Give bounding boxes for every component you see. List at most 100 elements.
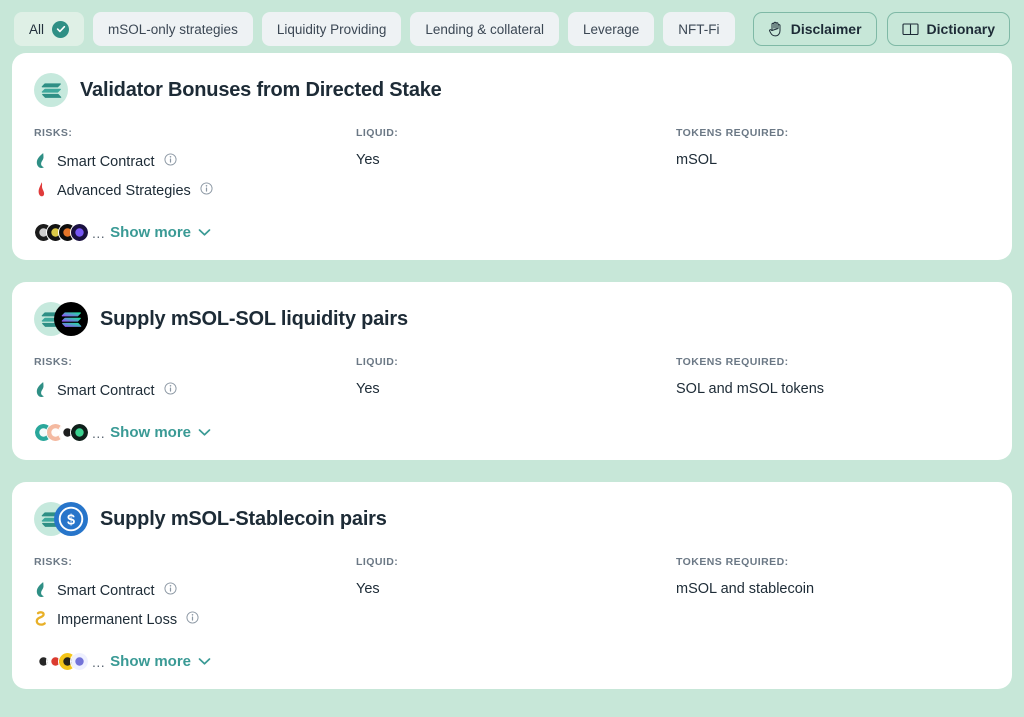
filter-tab-label: All bbox=[29, 21, 45, 37]
show-more-label: Show more bbox=[110, 224, 192, 241]
risks-column: RISKS: Smart Contract Advanced Strategies bbox=[34, 127, 356, 201]
card-body: RISKS: Smart Contract LIQUID: Yes TOKENS REQ… bbox=[34, 356, 990, 401]
strategy-card-list: Validator Bonuses from Directed Stake RIS… bbox=[0, 50, 1024, 689]
tokens-required-label: TOKENS REQUIRED: bbox=[676, 127, 789, 139]
chevron-down-icon bbox=[198, 428, 211, 437]
msol-token-icon bbox=[34, 73, 68, 107]
protocol-avatar-stack bbox=[34, 423, 89, 442]
risks-label: RISKS: bbox=[34, 127, 73, 139]
risk-item: Smart Contract bbox=[34, 381, 356, 401]
risks-label: RISKS: bbox=[34, 356, 73, 368]
show-more-button[interactable]: Show more bbox=[110, 224, 211, 241]
filter-tab-nft-fi[interactable]: NFT-Fi bbox=[663, 12, 735, 46]
tokens-required-value: SOL and mSOL tokens bbox=[676, 381, 825, 397]
filter-tab-label: mSOL-only strategies bbox=[108, 21, 238, 37]
filter-tab-liquidity-providing[interactable]: Liquidity Providing bbox=[261, 12, 402, 46]
risk-label: Smart Contract bbox=[57, 154, 155, 170]
info-icon[interactable] bbox=[200, 182, 213, 200]
risk-label: Impermanent Loss bbox=[57, 612, 178, 628]
chevron-down-icon bbox=[198, 228, 211, 237]
liquid-column: LIQUID: Yes bbox=[356, 556, 676, 597]
risk-impermanent-loss-icon bbox=[34, 610, 48, 630]
protocol-avatar[interactable] bbox=[70, 223, 89, 242]
card-body: RISKS: Smart Contract Impermanent Loss LIQU… bbox=[34, 556, 990, 630]
usdc-token-icon: $ bbox=[54, 502, 88, 536]
protocol-row: ... Show more bbox=[34, 223, 990, 242]
disclaimer-button-label: Disclaimer bbox=[790, 21, 862, 37]
protocol-row: ... Show more bbox=[34, 423, 990, 442]
protocol-overflow-ellipsis: ... bbox=[92, 653, 106, 670]
filter-tab-label: Lending & collateral bbox=[425, 21, 544, 37]
tokens-required-label: TOKENS REQUIRED: bbox=[676, 556, 789, 568]
liquid-column: LIQUID: Yes bbox=[356, 356, 676, 397]
risk-advanced-strategies-icon bbox=[34, 181, 48, 201]
filter-tab-label: Liquidity Providing bbox=[276, 21, 387, 37]
liquid-label: LIQUID: bbox=[356, 356, 399, 368]
token-icon-stack: $ bbox=[34, 502, 88, 536]
risk-label: Smart Contract bbox=[57, 583, 155, 599]
liquid-value: Yes bbox=[356, 381, 380, 397]
filter-tab-lending-collateral[interactable]: Lending & collateral bbox=[410, 12, 559, 46]
risk-item: Smart Contract bbox=[34, 152, 356, 172]
protocol-avatar[interactable] bbox=[70, 652, 89, 671]
risk-smart-contract-icon bbox=[34, 381, 48, 401]
check-icon bbox=[52, 20, 70, 38]
show-more-label: Show more bbox=[110, 653, 192, 670]
risks-label: RISKS: bbox=[34, 556, 73, 568]
protocol-overflow-ellipsis: ... bbox=[92, 424, 106, 441]
hand-icon bbox=[768, 21, 783, 37]
liquid-label: LIQUID: bbox=[356, 556, 399, 568]
show-more-button[interactable]: Show more bbox=[110, 424, 211, 441]
filter-tab-label: NFT-Fi bbox=[678, 21, 720, 37]
show-more-button[interactable]: Show more bbox=[110, 653, 211, 670]
protocol-avatar[interactable] bbox=[70, 423, 89, 442]
risk-smart-contract-icon bbox=[34, 152, 48, 172]
token-icon-stack bbox=[34, 302, 88, 336]
info-icon[interactable] bbox=[163, 382, 177, 400]
tokens-required-value: mSOL bbox=[676, 152, 718, 168]
tokens-required-column: TOKENS REQUIRED: mSOL bbox=[676, 127, 990, 168]
tokens-required-value: mSOL and stablecoin bbox=[676, 581, 815, 597]
dictionary-button-label: Dictionary bbox=[926, 21, 995, 37]
filter-tab-label: Leverage bbox=[582, 21, 640, 37]
risk-item: Impermanent Loss bbox=[34, 610, 356, 630]
risk-label: Advanced Strategies bbox=[57, 183, 191, 199]
filter-tab-leverage[interactable]: Leverage bbox=[567, 12, 655, 46]
card-header: Validator Bonuses from Directed Stake bbox=[34, 73, 990, 107]
filter-tab-all[interactable]: All bbox=[14, 12, 85, 46]
card-header: Supply mSOL-SOL liquidity pairs bbox=[34, 302, 990, 336]
risk-item: Smart Contract bbox=[34, 581, 356, 601]
show-more-label: Show more bbox=[110, 424, 192, 441]
protocol-overflow-ellipsis: ... bbox=[92, 224, 106, 241]
disclaimer-button[interactable]: Disclaimer bbox=[752, 12, 877, 46]
risks-column: RISKS: Smart Contract bbox=[34, 356, 356, 401]
liquid-value: Yes bbox=[356, 152, 380, 168]
protocol-avatar-stack bbox=[34, 223, 89, 242]
liquid-label: LIQUID: bbox=[356, 127, 399, 139]
filter-tabs: All mSOL-only strategies Liquidity Providi… bbox=[14, 12, 745, 46]
sol-token-icon bbox=[54, 302, 88, 336]
tokens-required-column: TOKENS REQUIRED: SOL and mSOL tokens bbox=[676, 356, 990, 397]
book-icon bbox=[901, 22, 919, 36]
card-title: Supply mSOL-Stablecoin pairs bbox=[100, 507, 387, 530]
info-icon[interactable] bbox=[163, 582, 177, 600]
strategy-card: Validator Bonuses from Directed Stake RIS… bbox=[12, 53, 1012, 260]
card-title: Supply mSOL-SOL liquidity pairs bbox=[100, 307, 408, 330]
card-body: RISKS: Smart Contract Advanced Strategies L… bbox=[34, 127, 990, 201]
risk-smart-contract-icon bbox=[34, 581, 48, 601]
protocol-avatar-stack bbox=[34, 652, 89, 671]
dictionary-button[interactable]: Dictionary bbox=[886, 12, 1010, 46]
toolbar-actions: Disclaimer Dictionary bbox=[752, 12, 1010, 46]
protocol-row: ... Show more bbox=[34, 652, 990, 671]
filter-toolbar: All mSOL-only strategies Liquidity Providi… bbox=[0, 0, 1024, 50]
tokens-required-column: TOKENS REQUIRED: mSOL and stablecoin bbox=[676, 556, 990, 597]
info-icon[interactable] bbox=[186, 611, 199, 629]
svg-text:$: $ bbox=[67, 512, 75, 528]
strategy-card: $ Supply mSOL-Stablecoin pairs RISKS: Smart… bbox=[12, 482, 1012, 689]
card-title: Validator Bonuses from Directed Stake bbox=[80, 78, 442, 101]
filter-tab-msol-only-strategies[interactable]: mSOL-only strategies bbox=[93, 12, 253, 46]
chevron-down-icon bbox=[198, 657, 211, 666]
info-icon[interactable] bbox=[163, 153, 177, 171]
liquid-value: Yes bbox=[356, 581, 380, 597]
tokens-required-label: TOKENS REQUIRED: bbox=[676, 356, 789, 368]
